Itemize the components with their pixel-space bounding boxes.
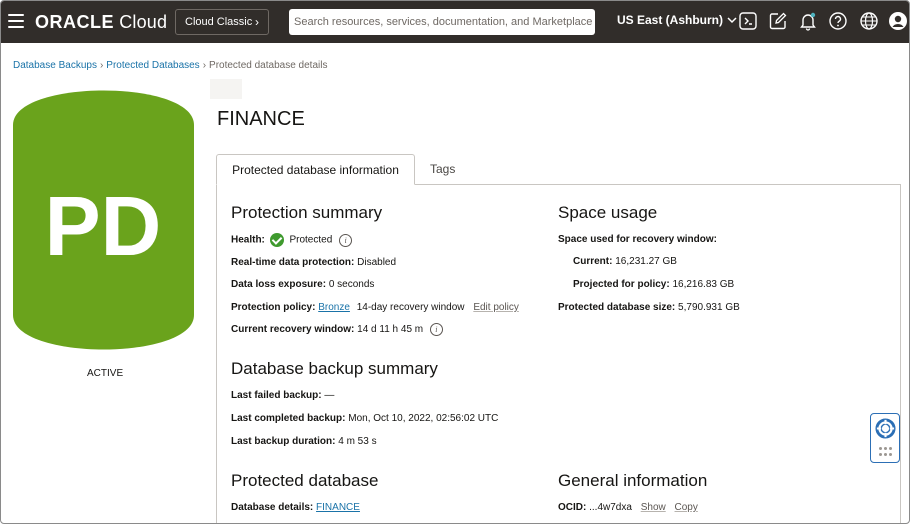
chevron-down-icon	[727, 13, 737, 27]
globe-icon[interactable]	[859, 11, 879, 31]
backup-summary-heading: Database backup summary	[231, 359, 438, 378]
protected-database-heading: Protected database	[231, 471, 379, 490]
ocid-show-link[interactable]: Show	[641, 502, 666, 513]
resource-badge: PD	[13, 87, 194, 352]
realtime-protection-row: Real-time data protection: Disabled	[231, 257, 397, 268]
database-details-row: Database details: FINANCE	[231, 502, 360, 513]
breadcrumb: Database Backups › Protected Databases › Pro…	[13, 60, 328, 71]
database-details-link[interactable]: FINANCE	[316, 502, 360, 513]
tab-protected-database-information[interactable]: Protected database information	[216, 154, 415, 185]
health-row: Health: Protected i	[231, 233, 353, 248]
region-selector[interactable]: US East (Ashburn)	[617, 13, 737, 27]
data-loss-exposure-row: Data loss exposure: 0 seconds	[231, 279, 375, 290]
protection-policy-row: Protection policy: Bronze 14-day recover…	[231, 302, 519, 313]
badge-initials: PD	[45, 179, 162, 273]
bell-icon[interactable]	[798, 11, 818, 31]
breadcrumb-current: Protected database details	[209, 60, 328, 71]
current-recovery-window-row: Current recovery window: 14 d 11 h 45 m …	[231, 323, 443, 337]
ocid-row: OCID: ...4w7dxa Show Copy	[558, 502, 698, 513]
policy-link[interactable]: Bronze	[318, 302, 350, 313]
protected-db-size-row: Protected database size: 5,790.931 GB	[558, 302, 740, 313]
check-circle-icon	[269, 233, 284, 247]
tab-bar: Protected database information Tags	[216, 154, 901, 185]
title-decoration	[210, 79, 242, 99]
edit-icon[interactable]	[768, 11, 788, 31]
page-frame: ORACLE Cloud Cloud Classic› US East (Ash…	[0, 0, 910, 524]
space-projected-row: Projected for policy: 16,216.83 GB	[573, 279, 735, 290]
last-completed-backup-row: Last completed backup: Mon, Oct 10, 2022…	[231, 413, 499, 424]
general-information-heading: General information	[558, 471, 708, 490]
page-title: FINANCE	[217, 108, 305, 130]
oracle-cloud-logo[interactable]: ORACLE Cloud	[35, 11, 167, 33]
protection-summary-heading: Protection summary	[231, 203, 383, 222]
user-icon[interactable]	[888, 11, 908, 31]
ocid-copy-link[interactable]: Copy	[675, 502, 698, 513]
status-label: ACTIVE	[87, 368, 124, 379]
last-failed-backup-row: Last failed backup: —	[231, 390, 335, 401]
chevron-right-icon: ›	[255, 15, 259, 29]
info-icon[interactable]: i	[339, 233, 353, 247]
tab-tags[interactable]: Tags	[430, 154, 455, 185]
help-icon[interactable]	[828, 11, 848, 31]
info-icon[interactable]: i	[429, 323, 443, 336]
last-backup-duration-row: Last backup duration: 4 m 53 s	[231, 436, 377, 447]
breadcrumb-protected-databases[interactable]: Protected Databases	[106, 60, 199, 71]
space-usage-heading: Space usage	[558, 203, 658, 222]
cloud-shell-icon[interactable]	[738, 11, 758, 31]
drag-handle-icon[interactable]	[879, 447, 893, 457]
breadcrumb-database-backups[interactable]: Database Backups	[13, 60, 97, 71]
edit-policy-link[interactable]: Edit policy	[473, 302, 519, 313]
search-input[interactable]	[289, 9, 595, 35]
menu-icon[interactable]	[8, 14, 24, 28]
space-used-label: Space used for recovery window:	[558, 234, 717, 245]
space-current-row: Current: 16,231.27 GB	[573, 256, 677, 267]
help-widget-button[interactable]	[870, 413, 900, 463]
cloud-classic-button[interactable]: Cloud Classic ›	[175, 9, 269, 35]
top-navigation-bar: ORACLE Cloud Cloud Classic› US East (Ash…	[1, 1, 909, 43]
life-ring-icon	[875, 418, 896, 439]
